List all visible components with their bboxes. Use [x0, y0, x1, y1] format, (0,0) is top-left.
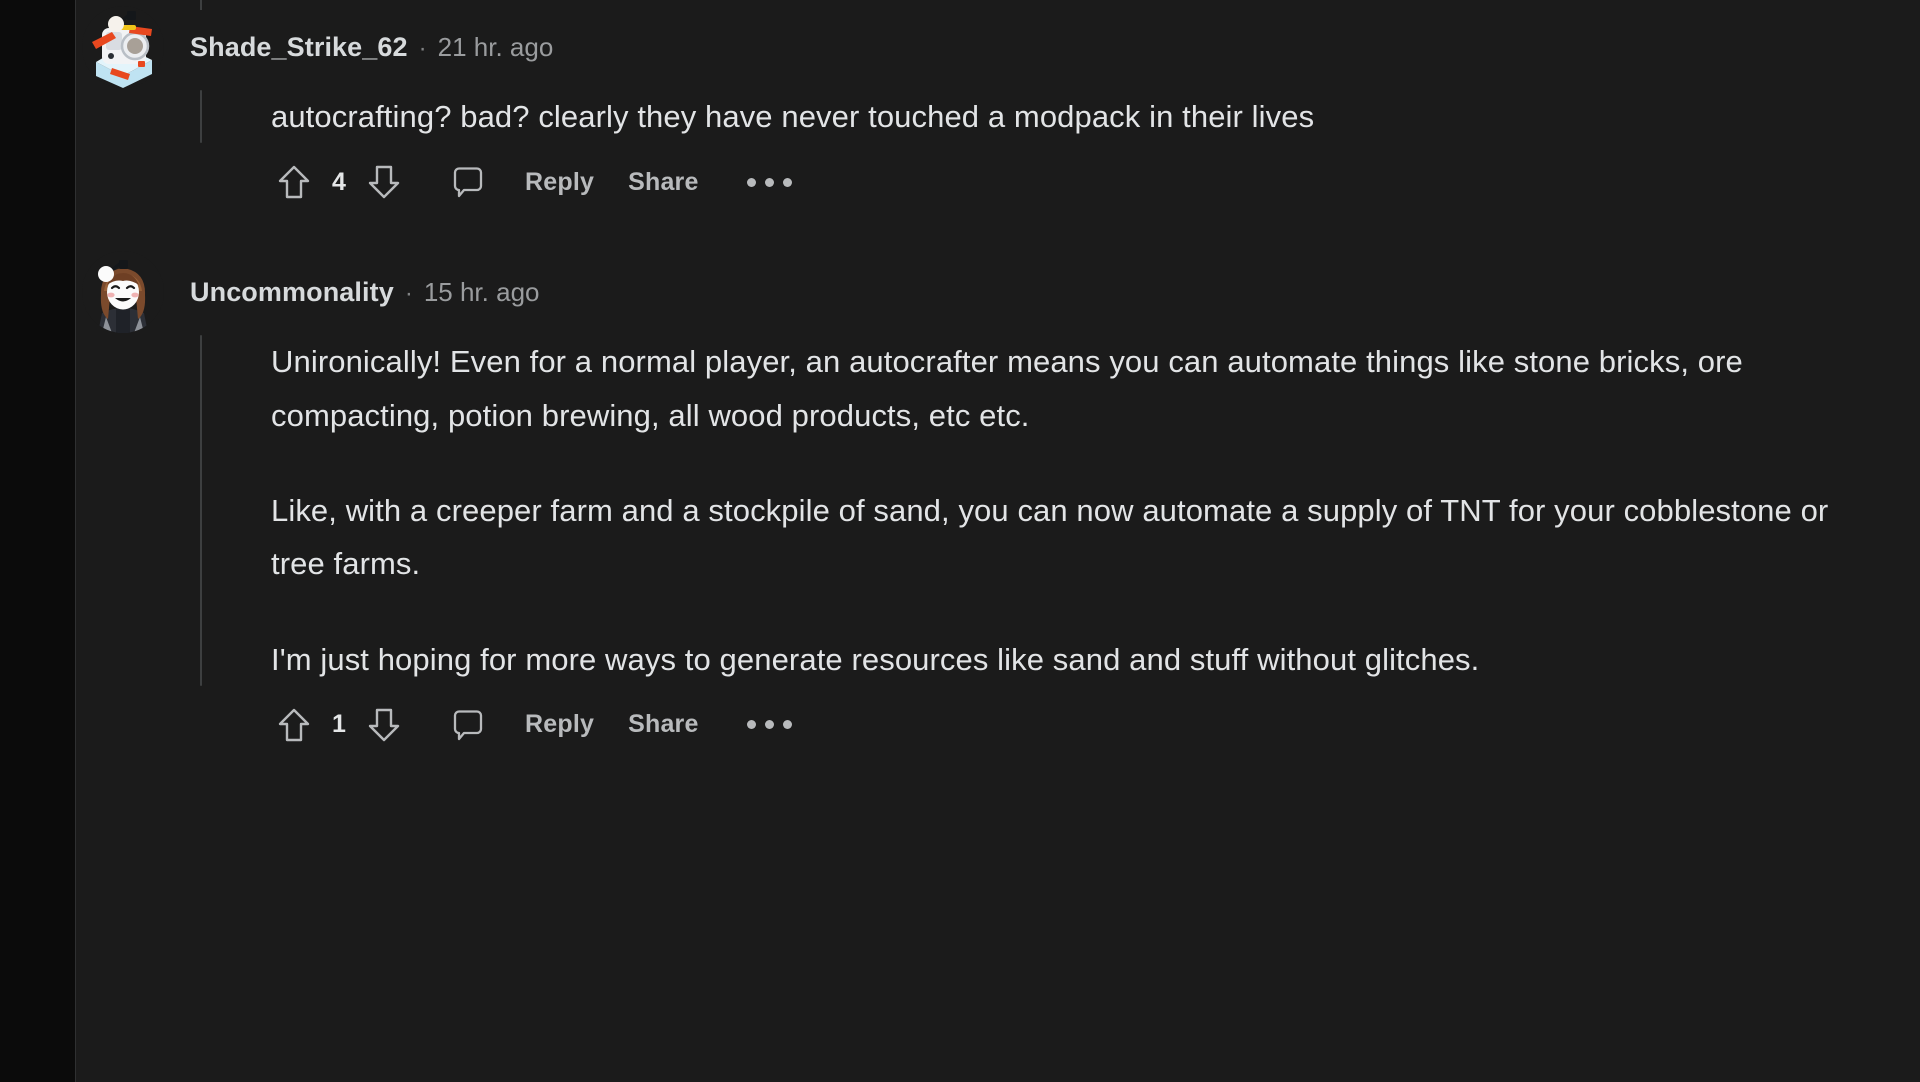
thread-collapse-line[interactable]	[200, 335, 202, 686]
vote-group: 1	[271, 702, 407, 748]
comment-text: autocrafting? bad? clearly they have nev…	[271, 90, 1871, 143]
more-options-icon[interactable]	[743, 712, 796, 737]
comment-action-bar: 4 Reply Share	[76, 143, 1920, 221]
comment-bubble-icon[interactable]	[445, 702, 491, 748]
comment-byline: Uncommonality · 15 hr. ago	[190, 277, 539, 308]
comment-paragraph: Unironically! Even for a normal player, …	[271, 344, 1743, 433]
more-dot	[746, 720, 756, 730]
avatar-uncommonality[interactable]	[82, 251, 164, 334]
comments-column: Shade_Strike_62 · 21 hr. ago autocraftin…	[76, 0, 1920, 1082]
byline-separator: ·	[404, 279, 413, 307]
comment-item: Uncommonality · 15 hr. ago Unironically!…	[76, 249, 1920, 764]
downvote-arrow-icon[interactable]	[361, 702, 407, 748]
more-dot	[782, 177, 792, 187]
downvote-arrow-icon[interactable]	[361, 159, 407, 205]
more-dot	[764, 177, 774, 187]
page-left-gutter	[0, 0, 76, 1082]
more-dot	[782, 720, 792, 730]
comment-item: Shade_Strike_62 · 21 hr. ago autocraftin…	[76, 4, 1920, 221]
comment-byline: Shade_Strike_62 · 21 hr. ago	[190, 32, 553, 63]
more-options-icon[interactable]	[743, 170, 796, 195]
upvote-arrow-icon[interactable]	[271, 702, 317, 748]
reply-button[interactable]: Reply	[525, 168, 594, 197]
comment-bubble-icon[interactable]	[445, 159, 491, 205]
thread-collapse-line[interactable]	[200, 90, 202, 144]
more-dot	[764, 720, 774, 730]
comment-header: Shade_Strike_62 · 21 hr. ago	[76, 4, 1920, 90]
vote-count: 1	[332, 710, 346, 739]
more-dot	[746, 177, 756, 187]
vote-group: 4	[271, 159, 407, 205]
vote-count: 4	[332, 167, 346, 196]
comment-paragraph: autocrafting? bad? clearly they have nev…	[271, 99, 1315, 134]
comment-action-bar: 1 Reply Share	[76, 686, 1920, 764]
comment-paragraph: I'm just hoping for more ways to generat…	[271, 641, 1480, 677]
comment-author-username[interactable]: Uncommonality	[190, 277, 394, 308]
comment-timestamp: 15 hr. ago	[423, 276, 540, 307]
share-button[interactable]: Share	[628, 710, 698, 739]
comment-body: Unironically! Even for a normal player, …	[76, 335, 1920, 686]
avatar-shade-strike-62[interactable]	[82, 6, 164, 88]
reply-button[interactable]: Reply	[525, 710, 594, 739]
comment-paragraph: Like, with a creeper farm and a stockpil…	[271, 492, 1829, 582]
byline-separator: ·	[418, 34, 427, 62]
comment-author-username[interactable]: Shade_Strike_62	[190, 32, 408, 63]
comment-body: autocrafting? bad? clearly they have nev…	[76, 90, 1920, 144]
comment-thread-page: Shade_Strike_62 · 21 hr. ago autocraftin…	[0, 0, 1920, 1082]
comment-text: Unironically! Even for a normal player, …	[271, 335, 1871, 686]
share-button[interactable]: Share	[628, 168, 698, 197]
comment-header: Uncommonality · 15 hr. ago	[76, 249, 1920, 335]
upvote-arrow-icon[interactable]	[271, 159, 317, 205]
comment-timestamp: 21 hr. ago	[437, 31, 554, 62]
